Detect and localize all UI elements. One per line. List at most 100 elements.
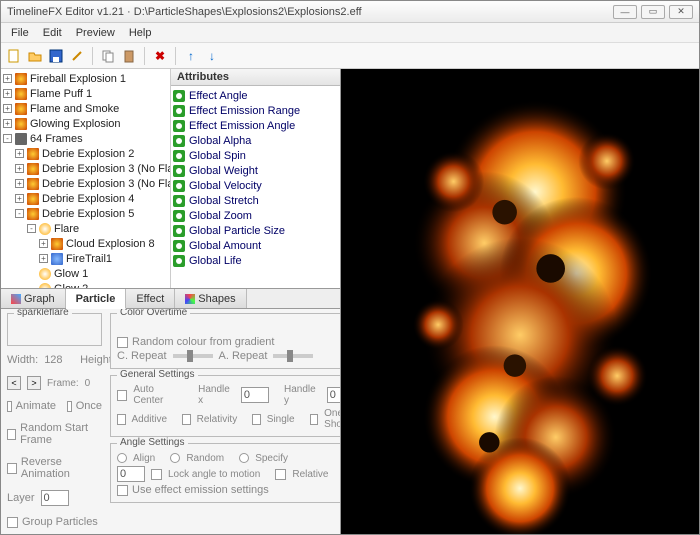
menu-file[interactable]: File xyxy=(5,25,35,41)
tree-twisty-icon[interactable]: + xyxy=(3,74,12,83)
tree-twisty-icon[interactable]: - xyxy=(27,224,36,233)
tree-item[interactable]: + Flame Puff 1 xyxy=(3,86,168,101)
tree-node-label: FireTrail1 xyxy=(66,253,112,265)
tree-twisty-icon[interactable]: + xyxy=(15,179,24,188)
preview-panel[interactable] xyxy=(341,69,699,534)
tree-node-label: Flame and Smoke xyxy=(30,103,119,115)
tree-twisty-icon[interactable]: + xyxy=(39,254,48,263)
cb-group-particles[interactable] xyxy=(7,517,18,528)
cb-use-effect-emission[interactable] xyxy=(117,485,128,496)
tree-item[interactable]: +Debrie Explosion 4 xyxy=(3,191,168,206)
move-down-icon[interactable]: ↓ xyxy=(203,47,221,65)
tab-particle[interactable]: Particle xyxy=(66,289,127,309)
tree-item[interactable]: -Debrie Explosion 5 xyxy=(3,206,168,221)
attribute-item[interactable]: Global Stretch xyxy=(173,193,338,208)
tree-item[interactable]: + FireTrail1 xyxy=(3,251,168,266)
attribute-label: Global Velocity xyxy=(189,180,262,192)
radio-align[interactable] xyxy=(117,453,127,463)
tree-twisty-icon[interactable]: - xyxy=(15,209,24,218)
tree-item[interactable]: Glow 2 xyxy=(3,281,168,288)
tree-item[interactable]: +Debrie Explosion 3 (No Flare) a xyxy=(3,161,168,176)
cb-angle-relative[interactable] xyxy=(275,469,286,480)
tree-node-icon xyxy=(15,133,27,145)
attribute-item[interactable]: Global Velocity xyxy=(173,178,338,193)
frame-prev-button[interactable]: < xyxy=(7,376,21,390)
tree-twisty-icon[interactable]: + xyxy=(15,164,24,173)
radio-specify[interactable] xyxy=(239,453,249,463)
new-file-icon[interactable] xyxy=(5,47,23,65)
tree-twisty-icon[interactable]: + xyxy=(3,89,12,98)
color-overtime-legend: Color Overtime xyxy=(117,309,190,318)
minimize-button[interactable]: — xyxy=(613,5,637,19)
tree-item[interactable]: +Fireball Explosion 1 xyxy=(3,71,168,86)
tree-twisty-icon[interactable]: + xyxy=(3,119,12,128)
cb-auto-center[interactable] xyxy=(117,390,127,401)
tab-effect[interactable]: Effect xyxy=(126,289,175,308)
effects-tree[interactable]: +Fireball Explosion 1+Flame Puff 1+Flame… xyxy=(1,69,171,288)
attribute-icon xyxy=(173,135,185,147)
tree-item[interactable]: +Debrie Explosion 2 xyxy=(3,146,168,161)
c-repeat-slider[interactable] xyxy=(173,354,213,358)
tree-item[interactable]: +Cloud Explosion 8 xyxy=(3,236,168,251)
attribute-item[interactable]: Effect Emission Range xyxy=(173,103,338,118)
cb-single[interactable] xyxy=(252,414,261,425)
tree-twisty-icon[interactable]: + xyxy=(15,149,24,158)
menu-help[interactable]: Help xyxy=(123,25,158,41)
move-up-icon[interactable]: ↑ xyxy=(182,47,200,65)
tab-shapes[interactable]: Shapes xyxy=(175,289,246,308)
maximize-button[interactable]: ▭ xyxy=(641,5,665,19)
menu-preview[interactable]: Preview xyxy=(70,25,121,41)
tree-node-label: Flare xyxy=(54,223,79,235)
a-repeat-slider[interactable] xyxy=(273,354,313,358)
cb-one-shot[interactable] xyxy=(310,414,319,425)
attribute-item[interactable]: Global Life xyxy=(173,253,338,268)
close-button[interactable]: ✕ xyxy=(669,5,693,19)
menu-edit[interactable]: Edit xyxy=(37,25,68,41)
tree-item[interactable]: -64 Frames xyxy=(3,131,168,146)
attribute-item[interactable]: Global Amount xyxy=(173,238,338,253)
frame-next-button[interactable]: > xyxy=(27,376,41,390)
cb-relativity[interactable] xyxy=(182,414,191,425)
tree-twisty-icon[interactable]: + xyxy=(3,104,12,113)
cb-additive[interactable] xyxy=(117,414,126,425)
attribute-label: Global Life xyxy=(189,255,242,267)
radio-random[interactable] xyxy=(170,453,180,463)
handle-x-input[interactable] xyxy=(241,387,269,403)
cb-lock-angle[interactable] xyxy=(151,469,162,480)
handle-y-input[interactable] xyxy=(327,387,340,403)
attribute-item[interactable]: Global Zoom xyxy=(173,208,338,223)
attribute-item[interactable]: Effect Angle xyxy=(173,88,338,103)
tree-item[interactable]: + Flame and Smoke xyxy=(3,101,168,116)
tree-item[interactable]: +Glowing Explosion xyxy=(3,116,168,131)
cb-random-start-frame[interactable] xyxy=(7,429,16,440)
attribute-item[interactable]: Effect Emission Angle xyxy=(173,118,338,133)
attributes-list[interactable]: Effect AngleEffect Emission RangeEffect … xyxy=(171,86,340,288)
tree-item[interactable]: - Flare xyxy=(3,221,168,236)
tree-twisty-icon[interactable]: + xyxy=(15,194,24,203)
paste-icon[interactable] xyxy=(120,47,138,65)
tree-item[interactable]: Glow 1 xyxy=(3,266,168,281)
save-icon[interactable] xyxy=(47,47,65,65)
open-file-icon[interactable] xyxy=(26,47,44,65)
attribute-label: Global Spin xyxy=(189,150,246,162)
cb-once[interactable] xyxy=(67,401,72,412)
layer-input[interactable] xyxy=(41,490,69,506)
attribute-item[interactable]: Global Alpha xyxy=(173,133,338,148)
tree-item[interactable]: +Debrie Explosion 3 (No Flare) b xyxy=(3,176,168,191)
attribute-item[interactable]: Global Weight xyxy=(173,163,338,178)
delete-icon[interactable]: ✖ xyxy=(151,47,169,65)
tree-twisty-icon[interactable]: - xyxy=(3,134,12,143)
attribute-item[interactable]: Global Particle Size xyxy=(173,223,338,238)
attribute-icon xyxy=(173,120,185,132)
angle-value-input[interactable] xyxy=(117,466,145,482)
wand-icon[interactable] xyxy=(68,47,86,65)
tree-twisty-icon[interactable]: + xyxy=(39,239,48,248)
attribute-icon xyxy=(173,90,185,102)
tree-node-label: Flame Puff 1 xyxy=(30,88,92,100)
cb-reverse-animation[interactable] xyxy=(7,463,17,474)
copy-icon[interactable] xyxy=(99,47,117,65)
attribute-item[interactable]: Global Spin xyxy=(173,148,338,163)
cb-animate[interactable] xyxy=(7,401,12,412)
tab-graph[interactable]: Graph xyxy=(1,289,66,308)
cb-random-colour[interactable] xyxy=(117,337,128,348)
